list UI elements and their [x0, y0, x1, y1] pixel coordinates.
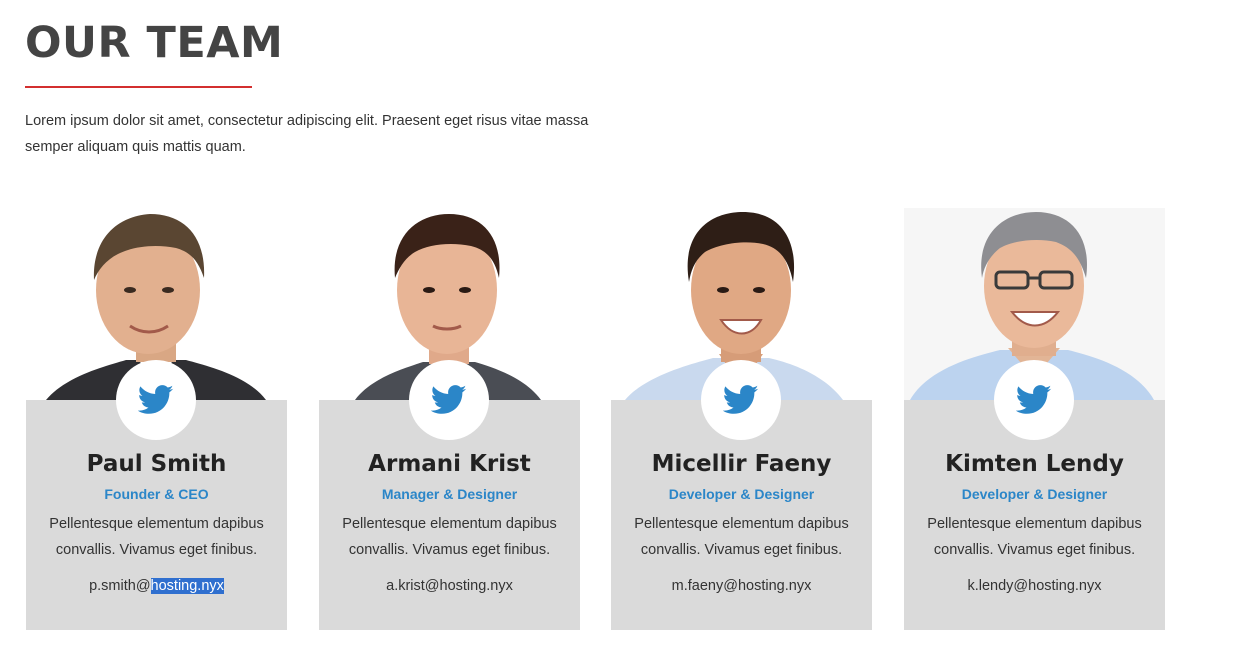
member-role: Founder & CEO	[104, 486, 209, 502]
member-email-link[interactable]: k.lendy@hosting.nyx	[904, 576, 1165, 596]
member-role: Manager & Designer	[381, 486, 518, 502]
twitter-icon	[1016, 385, 1052, 414]
member-name: Kimten Lendy	[945, 451, 1124, 477]
twitter-link-button[interactable]	[701, 360, 781, 440]
member-info: Kimten Lendy Developer & Designer Pellen…	[904, 360, 1165, 630]
twitter-link-button[interactable]	[994, 360, 1074, 440]
member-bio: Pellentesque elementum dapibus convallis…	[49, 516, 264, 558]
team-card-micellir-faeny: Micellir Faeny Developer & Designer Pell…	[611, 208, 872, 630]
team-card-armani-krist: Armani Krist Manager & Designer Pellente…	[319, 208, 580, 630]
team-card-paul-smith: Paul Smith Founder & CEO Pellentesque el…	[26, 208, 287, 630]
section-intro: Lorem ipsum dolor sit amet, consectetur …	[25, 113, 589, 155]
member-bio: Pellentesque elementum dapibus convallis…	[342, 516, 557, 558]
member-role: Developer & Designer	[668, 486, 815, 502]
member-bio: Pellentesque elementum dapibus convallis…	[927, 516, 1142, 558]
email-selected-text: hosting.nyx	[150, 578, 224, 594]
member-info: Armani Krist Manager & Designer Pellente…	[319, 360, 580, 630]
team-card-kimten-lendy: Kimten Lendy Developer & Designer Pellen…	[904, 208, 1165, 630]
member-email-link[interactable]: p.smith@hosting.nyx	[26, 576, 287, 596]
member-info: Paul Smith Founder & CEO Pellentesque el…	[26, 360, 287, 630]
member-bio: Pellentesque elementum dapibus convallis…	[634, 516, 849, 558]
twitter-link-button[interactable]	[116, 360, 196, 440]
member-role: Developer & Designer	[961, 486, 1108, 502]
member-email-link[interactable]: m.faeny@hosting.nyx	[611, 576, 872, 596]
twitter-link-button[interactable]	[409, 360, 489, 440]
member-name: Paul Smith	[86, 451, 227, 477]
member-name: Micellir Faeny	[651, 451, 832, 477]
email-prefix: p.smith@	[89, 578, 151, 594]
member-email-link[interactable]: a.krist@hosting.nyx	[319, 576, 580, 596]
title-underline	[25, 86, 252, 88]
twitter-icon	[138, 385, 174, 414]
member-name: Armani Krist	[368, 451, 531, 477]
section-title: OUR TEAM	[25, 18, 284, 68]
twitter-icon	[431, 385, 467, 414]
twitter-icon	[723, 385, 759, 414]
member-info: Micellir Faeny Developer & Designer Pell…	[611, 360, 872, 630]
